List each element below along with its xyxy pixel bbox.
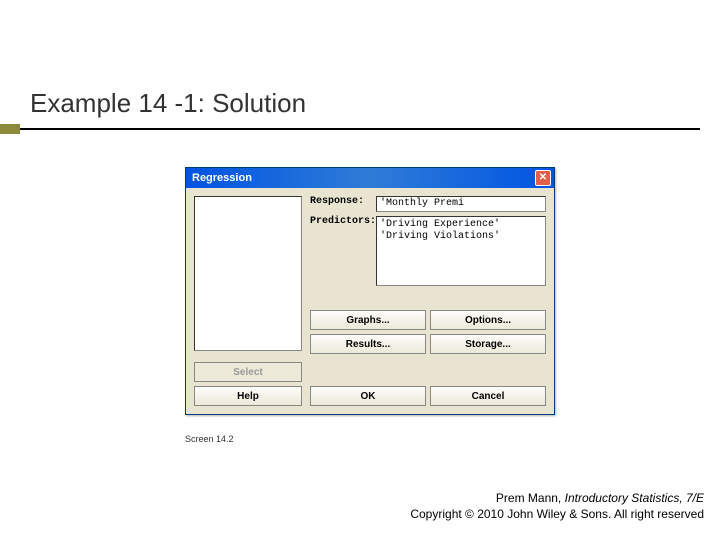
footer-author: Prem Mann, (496, 491, 565, 505)
footer-book: Introductory Statistics, 7/E (565, 491, 704, 505)
graphs-button[interactable]: Graphs... (310, 310, 426, 330)
slide-title: Example 14 -1: Solution (30, 88, 306, 119)
help-button[interactable]: Help (194, 386, 302, 406)
footer-copyright: Copyright © 2010 John Wiley & Sons. All … (410, 506, 704, 522)
response-row: Response: 'Monthly Premi (310, 196, 546, 212)
predictors-label: Predictors: (310, 216, 372, 227)
dialog-bottom-row: Select Help OK Cancel (186, 362, 554, 414)
accent-block (0, 124, 20, 134)
predictors-row: Predictors: 'Driving Experience' 'Drivin… (310, 216, 546, 286)
dialog-titlebar: Regression ✕ (186, 168, 554, 188)
response-label: Response: (310, 196, 372, 207)
regression-dialog: Regression ✕ Response: 'Monthly Premi Pr… (185, 167, 555, 415)
cancel-button[interactable]: Cancel (430, 386, 546, 406)
right-button-group: OK Cancel (310, 362, 546, 406)
variable-listbox[interactable] (194, 196, 302, 351)
slide-footer: Prem Mann, Introductory Statistics, 7/E … (410, 490, 704, 522)
left-button-group: Select Help (194, 362, 302, 406)
response-input[interactable]: 'Monthly Premi (376, 196, 546, 212)
title-underline (20, 128, 700, 130)
options-button[interactable]: Options... (430, 310, 546, 330)
close-icon[interactable]: ✕ (535, 170, 551, 186)
select-button: Select (194, 362, 302, 382)
figure-caption: Screen 14.2 (185, 434, 234, 444)
dialog-body: Response: 'Monthly Premi Predictors: 'Dr… (186, 188, 554, 362)
dialog-title: Regression (192, 172, 252, 184)
predictors-input[interactable]: 'Driving Experience' 'Driving Violations… (376, 216, 546, 286)
storage-button[interactable]: Storage... (430, 334, 546, 354)
ok-button[interactable]: OK (310, 386, 426, 406)
options-button-grid: Graphs... Options... Results... Storage.… (310, 310, 546, 354)
fields-column: Response: 'Monthly Premi Predictors: 'Dr… (310, 196, 546, 354)
results-button[interactable]: Results... (310, 334, 426, 354)
